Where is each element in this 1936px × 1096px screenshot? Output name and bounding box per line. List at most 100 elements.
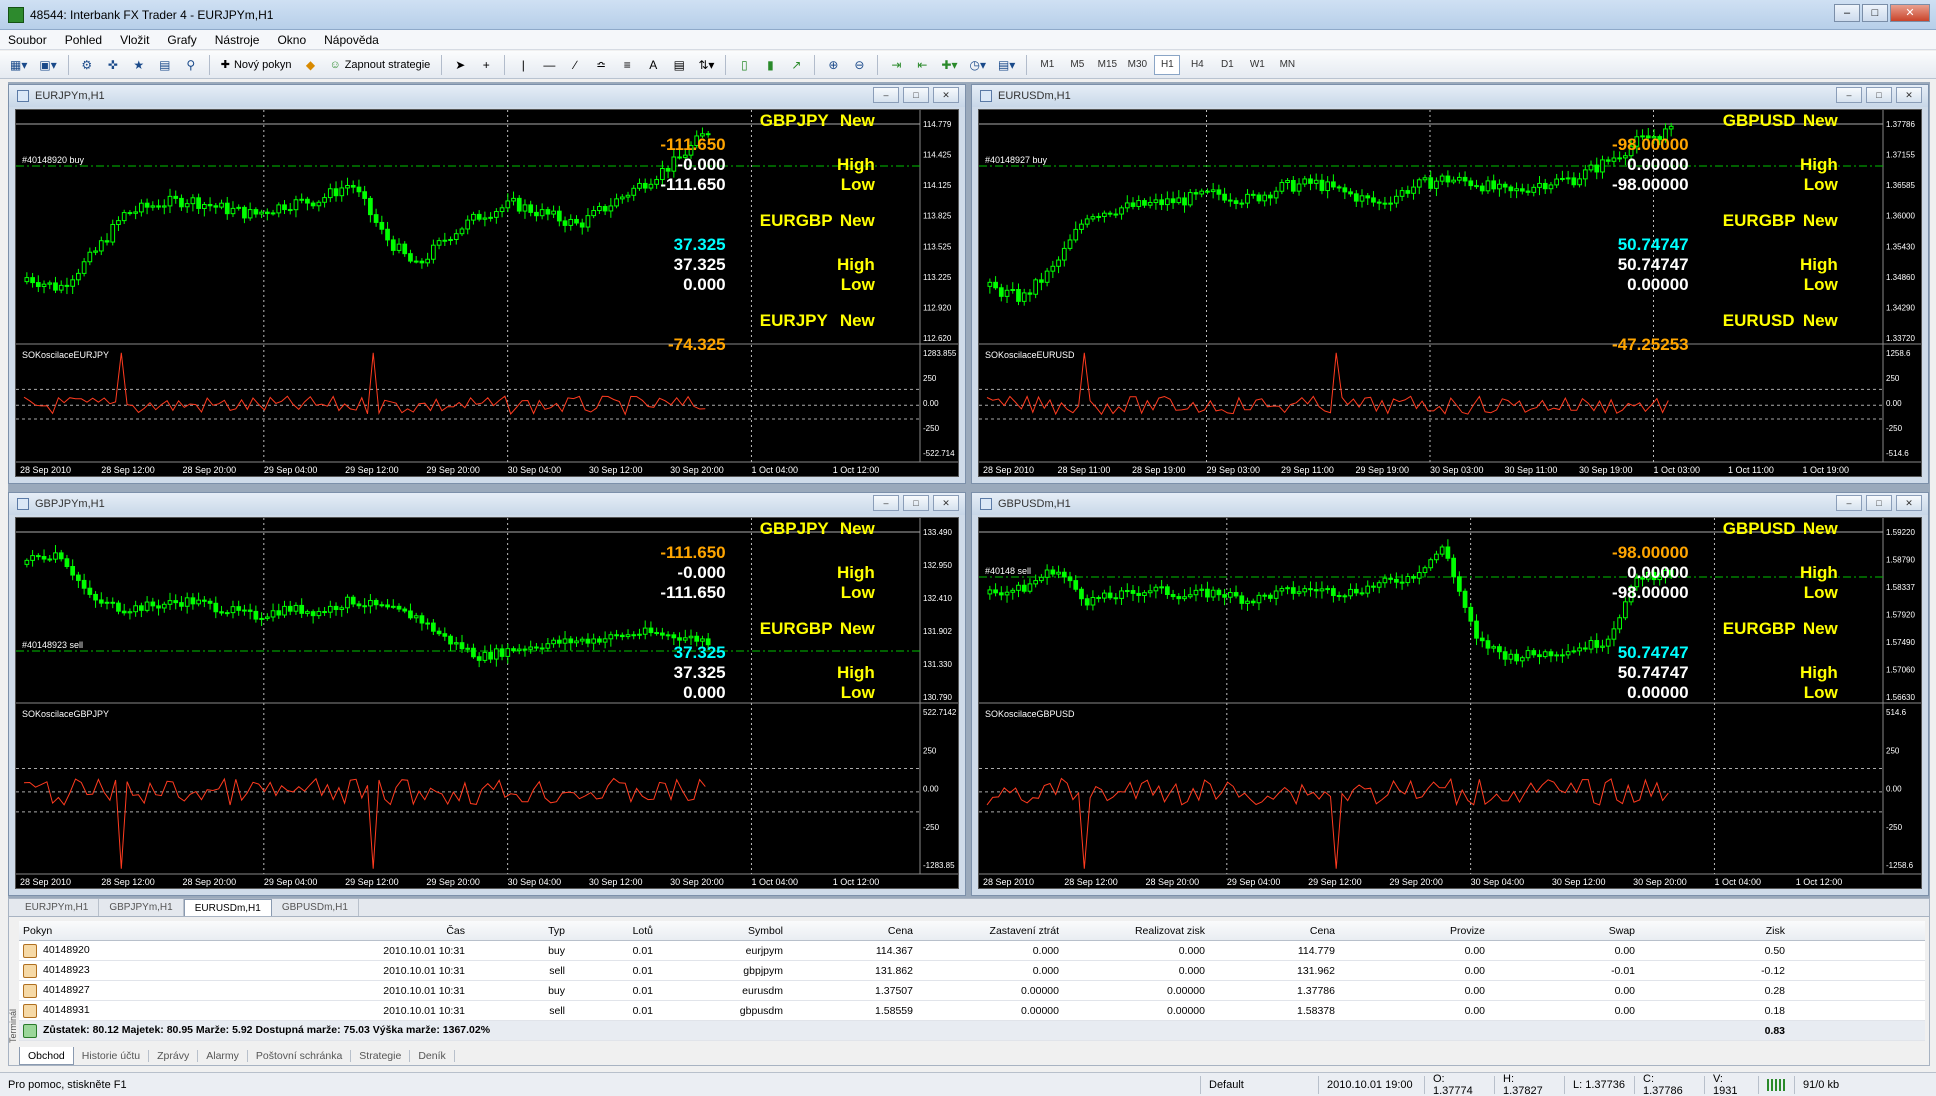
crosshair-icon[interactable]: + xyxy=(475,54,497,76)
restore-button[interactable]: □ xyxy=(1862,4,1888,22)
menu-pohled[interactable]: Pohled xyxy=(65,33,102,47)
column-header[interactable]: Realizovat zisk xyxy=(1063,925,1209,937)
chart-minimize-button[interactable]: – xyxy=(1836,495,1862,511)
tab-obchod[interactable]: Obchod xyxy=(19,1047,74,1065)
column-header[interactable]: Cena xyxy=(787,925,917,937)
column-header[interactable]: Čas xyxy=(199,925,469,937)
tester-icon[interactable]: ⚲ xyxy=(180,54,202,76)
menu-okno[interactable]: Okno xyxy=(277,33,306,47)
chart-close-button[interactable]: ✕ xyxy=(1896,495,1922,511)
candles-icon[interactable]: ▮ xyxy=(759,54,781,76)
chart-window-title[interactable]: EURUSDm,H1 xyxy=(972,85,1928,107)
table-row[interactable]: 40148931 2010.10.01 10:31 sell 0.01 gbpusdm 1… xyxy=(19,1001,1925,1021)
column-header[interactable]: Cena xyxy=(1209,925,1339,937)
metaeditor-icon[interactable]: ◆ xyxy=(299,54,321,76)
trendline-icon[interactable]: ∕ xyxy=(564,54,586,76)
arrows-icon[interactable]: ⇅▾ xyxy=(694,54,718,76)
column-header[interactable]: Zisk xyxy=(1639,925,1789,937)
tf-m15[interactable]: M15 xyxy=(1094,55,1120,75)
tab-schranka[interactable]: Poštovní schránka xyxy=(248,1050,352,1062)
chart-window-title[interactable]: GBPUSDm,H1 xyxy=(972,493,1928,515)
chart-close-button[interactable]: ✕ xyxy=(1896,87,1922,103)
column-header[interactable]: Zastavení ztrát xyxy=(917,925,1063,937)
line-chart-icon[interactable]: ↗ xyxy=(785,54,807,76)
expert-advisors-button[interactable]: ☺ Zapnout strategie xyxy=(325,54,434,76)
templates-icon[interactable]: ▤▾ xyxy=(994,54,1019,76)
menu-napoveda[interactable]: Nápověda xyxy=(324,33,379,47)
table-row[interactable]: 40148920 2010.10.01 10:31 buy 0.01 eurjpym 11… xyxy=(19,941,1925,961)
tab-alarmy[interactable]: Alarmy xyxy=(198,1050,248,1062)
chart-close-button[interactable]: ✕ xyxy=(933,87,959,103)
new-order-button[interactable]: ✚ Nový pokyn xyxy=(217,54,296,76)
tab-zpravy[interactable]: Zprávy xyxy=(149,1050,199,1062)
chart-minimize-button[interactable]: – xyxy=(1836,87,1862,103)
chart-canvas[interactable]: 28 Sep 2010 28 Sep 12:00 28 Sep 20:00 29 Se… xyxy=(15,109,959,477)
fibonacci-icon[interactable]: ≡ xyxy=(616,54,638,76)
profiles-icon[interactable]: ▣▾ xyxy=(35,54,60,76)
chart-canvas[interactable]: 28 Sep 2010 28 Sep 12:00 28 Sep 20:00 29 Se… xyxy=(15,517,959,889)
tf-h4[interactable]: H4 xyxy=(1184,55,1210,75)
chart-window-eurusd[interactable]: EURUSDm,H1 – □ ✕ 28 Sep 2010 28 Sep 11:00 28… xyxy=(971,84,1929,484)
new-chart-icon[interactable]: ▦▾ xyxy=(6,54,31,76)
chart-tab-eurjpy[interactable]: EURJPYm,H1 xyxy=(15,899,100,916)
periods-icon[interactable]: ◷▾ xyxy=(965,54,990,76)
chart-canvas[interactable]: 28 Sep 2010 28 Sep 11:00 28 Sep 19:00 29 Se… xyxy=(978,109,1922,477)
zoom-in-icon[interactable]: ⊕ xyxy=(822,54,844,76)
chart-window-gbpusd[interactable]: GBPUSDm,H1 – □ ✕ 28 Sep 2010 28 Sep 12:00 28… xyxy=(971,492,1929,896)
tab-strategie[interactable]: Strategie xyxy=(351,1050,411,1062)
menu-vlozit[interactable]: Vložit xyxy=(120,33,149,47)
chart-maximize-button[interactable]: □ xyxy=(1866,87,1892,103)
cursor-icon[interactable]: ➤ xyxy=(449,54,471,76)
close-button[interactable]: ✕ xyxy=(1890,4,1930,22)
column-header[interactable]: Symbol xyxy=(657,925,787,937)
menu-soubor[interactable]: Soubor xyxy=(8,33,47,47)
tab-denik[interactable]: Deník xyxy=(410,1050,455,1062)
tab-historie[interactable]: Historie účtu xyxy=(74,1050,150,1062)
tf-w1[interactable]: W1 xyxy=(1244,55,1270,75)
chart-canvas[interactable]: 28 Sep 2010 28 Sep 12:00 28 Sep 20:00 29 Se… xyxy=(978,517,1922,889)
menu-nastroje[interactable]: Nástroje xyxy=(215,33,260,47)
zoom-out-icon[interactable]: ⊖ xyxy=(848,54,870,76)
text-label-icon[interactable]: ▤ xyxy=(668,54,690,76)
column-header[interactable]: Swap xyxy=(1489,925,1639,937)
chart-maximize-button[interactable]: □ xyxy=(903,495,929,511)
chart-window-title[interactable]: EURJPYm,H1 xyxy=(9,85,965,107)
chart-svg[interactable]: 28 Sep 2010 28 Sep 12:00 28 Sep 20:00 29 Se… xyxy=(16,110,958,476)
tf-m30[interactable]: M30 xyxy=(1124,55,1150,75)
column-header[interactable]: Typ xyxy=(469,925,569,937)
tf-d1[interactable]: D1 xyxy=(1214,55,1240,75)
tf-m5[interactable]: M5 xyxy=(1064,55,1090,75)
chart-minimize-button[interactable]: – xyxy=(873,87,899,103)
bar-chart-icon[interactable]: ▯ xyxy=(733,54,755,76)
chart-tab-gbpjpy[interactable]: GBPJPYm,H1 xyxy=(99,899,184,916)
chart-svg[interactable]: 28 Sep 2010 28 Sep 11:00 28 Sep 19:00 29 Se… xyxy=(979,110,1921,476)
chart-svg[interactable]: 28 Sep 2010 28 Sep 12:00 28 Sep 20:00 29 Se… xyxy=(979,518,1921,888)
chart-minimize-button[interactable]: – xyxy=(873,495,899,511)
tf-m1[interactable]: M1 xyxy=(1034,55,1060,75)
chart-tab-eurusd[interactable]: EURUSDm,H1 xyxy=(183,899,272,916)
chart-window-gbpjpy[interactable]: GBPJPYm,H1 – □ ✕ 28 Sep 2010 28 Sep 12:00 28… xyxy=(8,492,966,896)
minimize-button[interactable]: – xyxy=(1834,4,1860,22)
tf-h1[interactable]: H1 xyxy=(1154,54,1181,75)
market-watch-icon[interactable]: ⚙ xyxy=(76,54,98,76)
chart-maximize-button[interactable]: □ xyxy=(1866,495,1892,511)
navigator-icon[interactable]: ★ xyxy=(128,54,150,76)
table-row[interactable]: 40148927 2010.10.01 10:31 buy 0.01 eurusdm 1.… xyxy=(19,981,1925,1001)
chart-shift-icon[interactable]: ⇤ xyxy=(911,54,933,76)
column-header[interactable]: Pokyn xyxy=(19,925,199,937)
column-header[interactable]: Provize xyxy=(1339,925,1489,937)
terminal-icon[interactable]: ▤ xyxy=(154,54,176,76)
horizontal-line-icon[interactable]: — xyxy=(538,54,560,76)
data-window-icon[interactable]: ✜ xyxy=(102,54,124,76)
chart-svg[interactable]: 28 Sep 2010 28 Sep 12:00 28 Sep 20:00 29 Se… xyxy=(16,518,958,888)
indicators-icon[interactable]: ✚▾ xyxy=(937,54,961,76)
column-header[interactable]: Lotů xyxy=(569,925,657,937)
text-icon[interactable]: A xyxy=(642,54,664,76)
chart-maximize-button[interactable]: □ xyxy=(903,87,929,103)
menu-grafy[interactable]: Grafy xyxy=(167,33,196,47)
channel-icon[interactable]: ≏ xyxy=(590,54,612,76)
chart-window-title[interactable]: GBPJPYm,H1 xyxy=(9,493,965,515)
autoscroll-icon[interactable]: ⇥ xyxy=(885,54,907,76)
vertical-line-icon[interactable]: | xyxy=(512,54,534,76)
chart-close-button[interactable]: ✕ xyxy=(933,495,959,511)
